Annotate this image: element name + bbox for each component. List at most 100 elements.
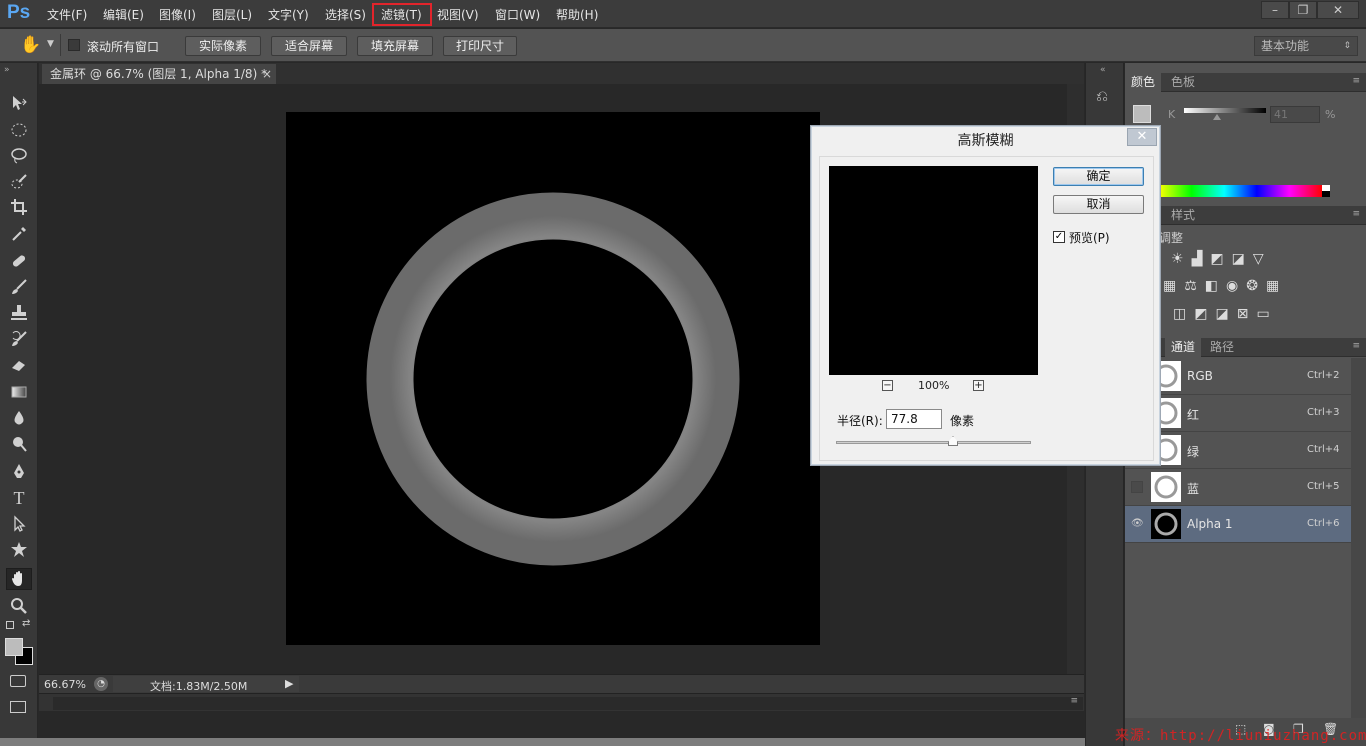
shape-tool-icon[interactable] (6, 539, 32, 561)
menu-image[interactable]: 图像(I) (159, 6, 196, 23)
panel-menu-icon[interactable]: ≡ (1070, 696, 1078, 706)
tab-styles[interactable]: 样式 (1165, 206, 1201, 225)
brush-tool-icon[interactable] (6, 276, 32, 298)
default-colors-icon[interactable] (6, 621, 14, 629)
history-panel-icon[interactable]: ⎌ (1096, 87, 1114, 107)
crop-tool-icon[interactable] (6, 196, 32, 218)
hue-icon[interactable]: ▦ (1163, 278, 1184, 294)
menu-edit[interactable]: 编辑(E) (103, 6, 144, 23)
hand-tool-icon[interactable] (6, 568, 32, 590)
eyedropper-tool-icon[interactable] (6, 223, 32, 245)
tab-color[interactable]: 颜色 (1125, 73, 1162, 92)
quick-selection-tool-icon[interactable] (6, 171, 32, 193)
type-tool-icon[interactable]: T (6, 487, 32, 509)
lasso-tool-icon[interactable] (6, 145, 32, 167)
minimize-button[interactable]: – (1261, 1, 1289, 19)
blur-preview[interactable] (829, 166, 1038, 375)
k-slider-track[interactable] (1184, 108, 1266, 113)
foreground-color-swatch[interactable] (5, 638, 23, 656)
path-selection-tool-icon[interactable] (6, 513, 32, 535)
clone-stamp-tool-icon[interactable] (6, 302, 32, 324)
screen-mode-icon[interactable] (10, 701, 26, 713)
zoom-tool-icon[interactable] (6, 595, 32, 617)
photo-filter-icon[interactable]: ◉ (1226, 278, 1246, 294)
menu-type[interactable]: 文字(Y) (268, 6, 309, 23)
channels-scrollbar[interactable] (1351, 358, 1366, 718)
balance-icon[interactable]: ⚖ (1184, 278, 1205, 294)
workspace-select[interactable]: 基本功能 ⇕ (1254, 36, 1358, 56)
collapse-icon[interactable]: » (4, 65, 10, 75)
lookup-icon[interactable]: ▦ (1266, 278, 1287, 294)
color-spectrum[interactable] (1159, 185, 1322, 197)
selective-color-icon[interactable]: ⊠ (1237, 306, 1257, 322)
document-canvas[interactable] (286, 112, 820, 645)
curves-icon[interactable]: ◩ (1210, 251, 1231, 267)
marquee-tool-icon[interactable] (6, 119, 32, 141)
horizontal-scrollbar[interactable]: ≡ (39, 693, 1084, 711)
threshold-icon[interactable]: ◪ (1215, 306, 1236, 322)
tool-preset-dropdown-icon[interactable]: ▼ (47, 39, 54, 49)
collapse-icon[interactable]: « (1100, 65, 1106, 75)
tab-swatches[interactable]: 色板 (1165, 73, 1201, 92)
tab-channels[interactable]: 通道 (1165, 338, 1202, 357)
channel-mixer-icon[interactable]: ❂ (1246, 278, 1266, 294)
ok-button[interactable]: 确定 (1053, 167, 1144, 186)
print-size-button[interactable]: 打印尺寸 (443, 36, 517, 56)
posterize-icon[interactable]: ◩ (1194, 306, 1215, 322)
preview-checkbox[interactable]: ✓ (1053, 231, 1065, 243)
eye-icon[interactable]: 👁 (1131, 518, 1144, 530)
blur-tool-icon[interactable] (6, 407, 32, 429)
radius-input[interactable] (886, 409, 942, 429)
menu-window[interactable]: 窗口(W) (495, 6, 540, 23)
panel-menu-icon[interactable]: ≡ (1352, 76, 1360, 86)
panel-menu-icon[interactable]: ≡ (1352, 341, 1360, 351)
gradient-map-icon[interactable]: ▭ (1256, 306, 1277, 322)
pen-tool-icon[interactable] (6, 461, 32, 483)
fill-screen-button[interactable]: 填充屏幕 (357, 36, 433, 56)
zoom-level[interactable]: 66.67% (44, 678, 86, 691)
invert-icon[interactable]: ◫ (1173, 306, 1194, 322)
hand-tool-icon[interactable]: ✋ (20, 35, 41, 55)
scroll-all-checkbox[interactable] (68, 39, 80, 51)
exposure-icon[interactable]: ◪ (1232, 251, 1253, 267)
close-button[interactable]: ✕ (1317, 1, 1359, 19)
move-tool-icon[interactable] (6, 92, 32, 114)
menu-layer[interactable]: 图层(L) (212, 6, 252, 23)
menu-file[interactable]: 文件(F) (47, 6, 87, 23)
menu-view[interactable]: 视图(V) (437, 6, 479, 23)
radius-slider-track[interactable] (836, 441, 1031, 444)
document-tab[interactable]: 金属环 @ 66.7% (图层 1, Alpha 1/8) * × (42, 64, 276, 84)
fit-screen-button[interactable]: 适合屏幕 (271, 36, 347, 56)
cancel-button[interactable]: 取消 (1053, 195, 1144, 214)
levels-icon[interactable]: ▟ (1192, 251, 1211, 267)
eraser-tool-icon[interactable] (6, 354, 32, 376)
zoom-in-button[interactable]: + (973, 380, 984, 391)
menu-help[interactable]: 帮助(H) (556, 6, 598, 23)
brightness-icon[interactable]: ☀ (1171, 251, 1192, 267)
vibrance-icon[interactable]: ▽ (1253, 251, 1272, 267)
healing-brush-tool-icon[interactable] (6, 250, 32, 272)
channel-row-alpha[interactable]: 👁 Alpha 1 Ctrl+6 (1125, 506, 1351, 543)
panel-menu-icon[interactable]: ≡ (1352, 209, 1360, 219)
channel-row-blue[interactable]: 蓝 Ctrl+5 (1125, 469, 1351, 506)
k-value-input[interactable]: 41 (1270, 106, 1320, 123)
status-menu-arrow-icon[interactable]: ▶ (285, 677, 293, 690)
menu-select[interactable]: 选择(S) (325, 6, 366, 23)
close-tab-icon[interactable]: × (262, 64, 272, 84)
gradient-tool-icon[interactable] (6, 381, 32, 403)
dialog-close-icon[interactable]: ✕ (1127, 128, 1157, 146)
black-chip[interactable] (1322, 191, 1330, 197)
visibility-toggle[interactable] (1131, 481, 1143, 493)
dodge-tool-icon[interactable] (6, 433, 32, 455)
actual-pixels-button[interactable]: 实际像素 (185, 36, 261, 56)
quick-mask-icon[interactable] (10, 675, 26, 687)
zoom-out-button[interactable]: − (882, 380, 893, 391)
fg-color-chip[interactable] (1133, 105, 1151, 123)
tab-paths[interactable]: 路径 (1204, 338, 1240, 357)
k-slider-thumb[interactable] (1213, 114, 1221, 120)
restore-button[interactable]: ❐ (1289, 1, 1317, 19)
swap-colors-icon[interactable]: ⇄ (22, 618, 30, 629)
status-info-icon[interactable]: ◔ (94, 677, 108, 691)
history-brush-tool-icon[interactable] (6, 328, 32, 350)
bw-icon[interactable]: ◧ (1205, 278, 1226, 294)
